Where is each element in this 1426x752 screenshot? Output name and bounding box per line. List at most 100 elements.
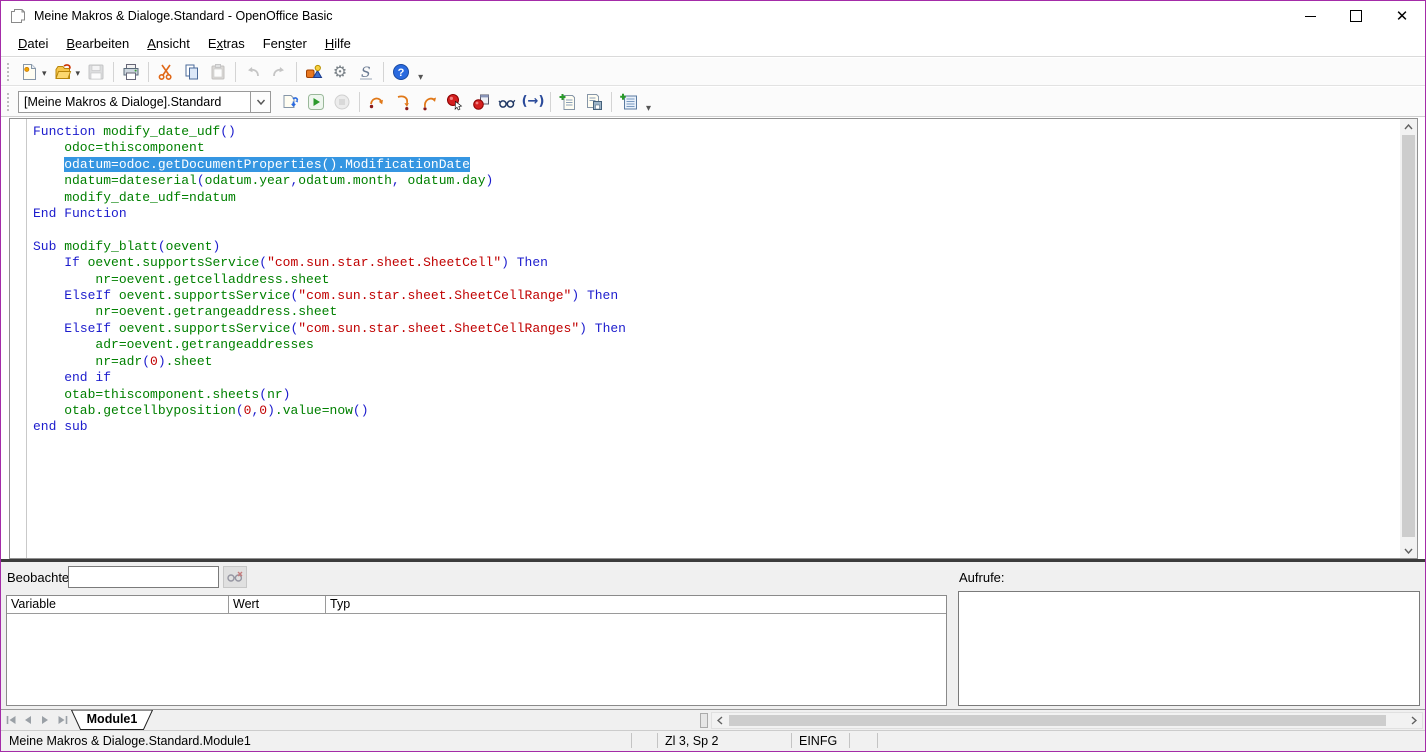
breakpoint-gutter[interactable] (10, 119, 27, 558)
watch-column-typ[interactable]: Typ (326, 596, 946, 613)
watch-label: Beobachter: (7, 570, 77, 585)
calls-label: Aufrufe: (959, 570, 1005, 585)
code-line[interactable]: Sub modify_blatt(oevent) (33, 239, 1400, 255)
save-button[interactable] (84, 60, 108, 84)
scroll-left-button[interactable] (712, 713, 728, 728)
options-button[interactable]: ⚙ (328, 60, 352, 84)
code-line[interactable]: odatum=odoc.getDocumentProperties().Modi… (33, 157, 1400, 173)
step-out-button[interactable] (417, 90, 441, 114)
code-line[interactable]: ElseIf oevent.supportsService("com.sun.s… (33, 321, 1400, 337)
code-line[interactable]: end sub (33, 419, 1400, 435)
save-source-button[interactable] (582, 90, 606, 114)
paste-button[interactable] (206, 60, 230, 84)
chevron-down-icon (1404, 548, 1413, 554)
stop-button[interactable] (330, 90, 354, 114)
open-dropdown[interactable]: ▾ (76, 69, 81, 79)
watch-table-header[interactable]: VariableWertTyp (7, 596, 946, 614)
code-line[interactable] (33, 222, 1400, 238)
code-line[interactable]: Function modify_date_udf() (33, 124, 1400, 140)
compile-button[interactable] (278, 90, 302, 114)
code-line[interactable]: end if (33, 370, 1400, 386)
code-line[interactable]: adr=oevent.getrangeaddresses (33, 337, 1400, 353)
undo-button[interactable] (241, 60, 265, 84)
compile-icon (281, 93, 299, 111)
watch-column-variable[interactable]: Variable (7, 596, 229, 613)
insert-module-button[interactable] (617, 90, 641, 114)
library-combobox[interactable]: [Meine Makros & Dialoge].Standard (18, 91, 271, 113)
library-combobox-arrow[interactable] (250, 91, 271, 113)
code-line[interactable]: otab.getcellbyposition(0,0).value=now() (33, 403, 1400, 419)
open-button[interactable] (51, 60, 75, 84)
remove-watch-button[interactable] (223, 566, 247, 588)
watch-table[interactable]: VariableWertTyp (6, 595, 947, 706)
insert-source-text-button[interactable] (556, 90, 580, 114)
code-editor[interactable]: Function modify_date_udf() odoc=thiscomp… (9, 118, 1418, 559)
panel-divider[interactable] (949, 562, 951, 709)
scroll-right-button[interactable] (1406, 713, 1422, 728)
code-line[interactable]: If oevent.supportsService("com.sun.star.… (33, 255, 1400, 271)
tab-module1[interactable]: Module1 (71, 710, 153, 730)
enable-watch-button[interactable] (495, 90, 519, 114)
macros-button[interactable]: S (354, 60, 378, 84)
library-combobox-value[interactable]: [Meine Makros & Dialoge].Standard (18, 91, 250, 113)
code-line[interactable]: End Function (33, 206, 1400, 222)
menu-bearbeiten[interactable]: Bearbeiten (57, 33, 138, 54)
close-button[interactable]: ✕ (1379, 1, 1425, 31)
toolbar-overflow-button[interactable]: ▾ (646, 103, 651, 116)
gallery-button[interactable] (302, 60, 326, 84)
find-parentheses-button[interactable]: (→) (521, 90, 545, 114)
menu-extras[interactable]: Extras (199, 33, 254, 54)
split-handle[interactable] (700, 713, 708, 728)
toggle-breakpoint-button[interactable] (443, 90, 467, 114)
vertical-scrollbar[interactable] (1400, 119, 1417, 558)
run-button[interactable] (304, 90, 328, 114)
copy-button[interactable] (180, 60, 204, 84)
remove-watch-glasses-icon (226, 570, 244, 584)
scroll-down-button[interactable] (1400, 543, 1417, 558)
status-insert-mode[interactable]: EINFG (799, 734, 837, 748)
last-tab-button[interactable] (54, 712, 70, 728)
menu-hilfe[interactable]: Hilfe (316, 33, 360, 54)
watch-input[interactable] (68, 566, 219, 588)
next-tab-button[interactable] (37, 712, 53, 728)
toolbar-grip[interactable] (7, 63, 11, 81)
vertical-scroll-thumb[interactable] (1402, 135, 1415, 537)
code-area[interactable]: Function modify_date_udf() odoc=thiscomp… (27, 119, 1400, 558)
minimize-button[interactable] (1287, 1, 1333, 31)
step-over-button[interactable] (365, 90, 389, 114)
cut-button[interactable] (154, 60, 178, 84)
find-parentheses-icon: (→) (522, 94, 545, 109)
code-line[interactable]: odoc=thiscomponent (33, 140, 1400, 156)
scroll-up-button[interactable] (1400, 119, 1417, 134)
horizontal-scrollbar[interactable] (711, 712, 1423, 729)
step-into-button[interactable] (391, 90, 415, 114)
gallery-shapes-icon (305, 63, 323, 81)
print-button[interactable] (119, 60, 143, 84)
new-document-button[interactable] (17, 60, 41, 84)
menu-ansicht[interactable]: Ansicht (138, 33, 199, 54)
code-line[interactable]: ElseIf oevent.supportsService("com.sun.s… (33, 288, 1400, 304)
code-line[interactable]: nr=oevent.getrangeaddress.sheet (33, 304, 1400, 320)
previous-tab-button[interactable] (20, 712, 36, 728)
status-separator (877, 733, 878, 748)
menu-fenster[interactable]: Fenster (254, 33, 316, 54)
redo-button[interactable] (267, 60, 291, 84)
call-stack-list[interactable] (958, 591, 1420, 706)
manage-breakpoints-button[interactable] (469, 90, 493, 114)
menu-datei[interactable]: Datei (9, 33, 57, 54)
watch-column-wert[interactable]: Wert (229, 596, 326, 613)
code-line[interactable]: nr=oevent.getcelladdress.sheet (33, 272, 1400, 288)
chevron-right-icon (1411, 716, 1417, 725)
first-tab-button[interactable] (3, 712, 19, 728)
help-button[interactable]: ? (389, 60, 413, 84)
code-line[interactable]: modify_date_udf=ndatum (33, 190, 1400, 206)
toolbar-overflow-button[interactable]: ▾ (418, 72, 423, 85)
new-document-dropdown[interactable]: ▾ (42, 69, 47, 79)
code-line[interactable]: ndatum=dateserial(odatum.year,odatum.mon… (33, 173, 1400, 189)
horizontal-scroll-thumb[interactable] (729, 715, 1386, 726)
undo-icon (244, 63, 262, 81)
toolbar-grip[interactable] (7, 93, 11, 111)
code-line[interactable]: otab=thiscomponent.sheets(nr) (33, 387, 1400, 403)
maximize-button[interactable] (1333, 1, 1379, 31)
code-line[interactable]: nr=adr(0).sheet (33, 354, 1400, 370)
